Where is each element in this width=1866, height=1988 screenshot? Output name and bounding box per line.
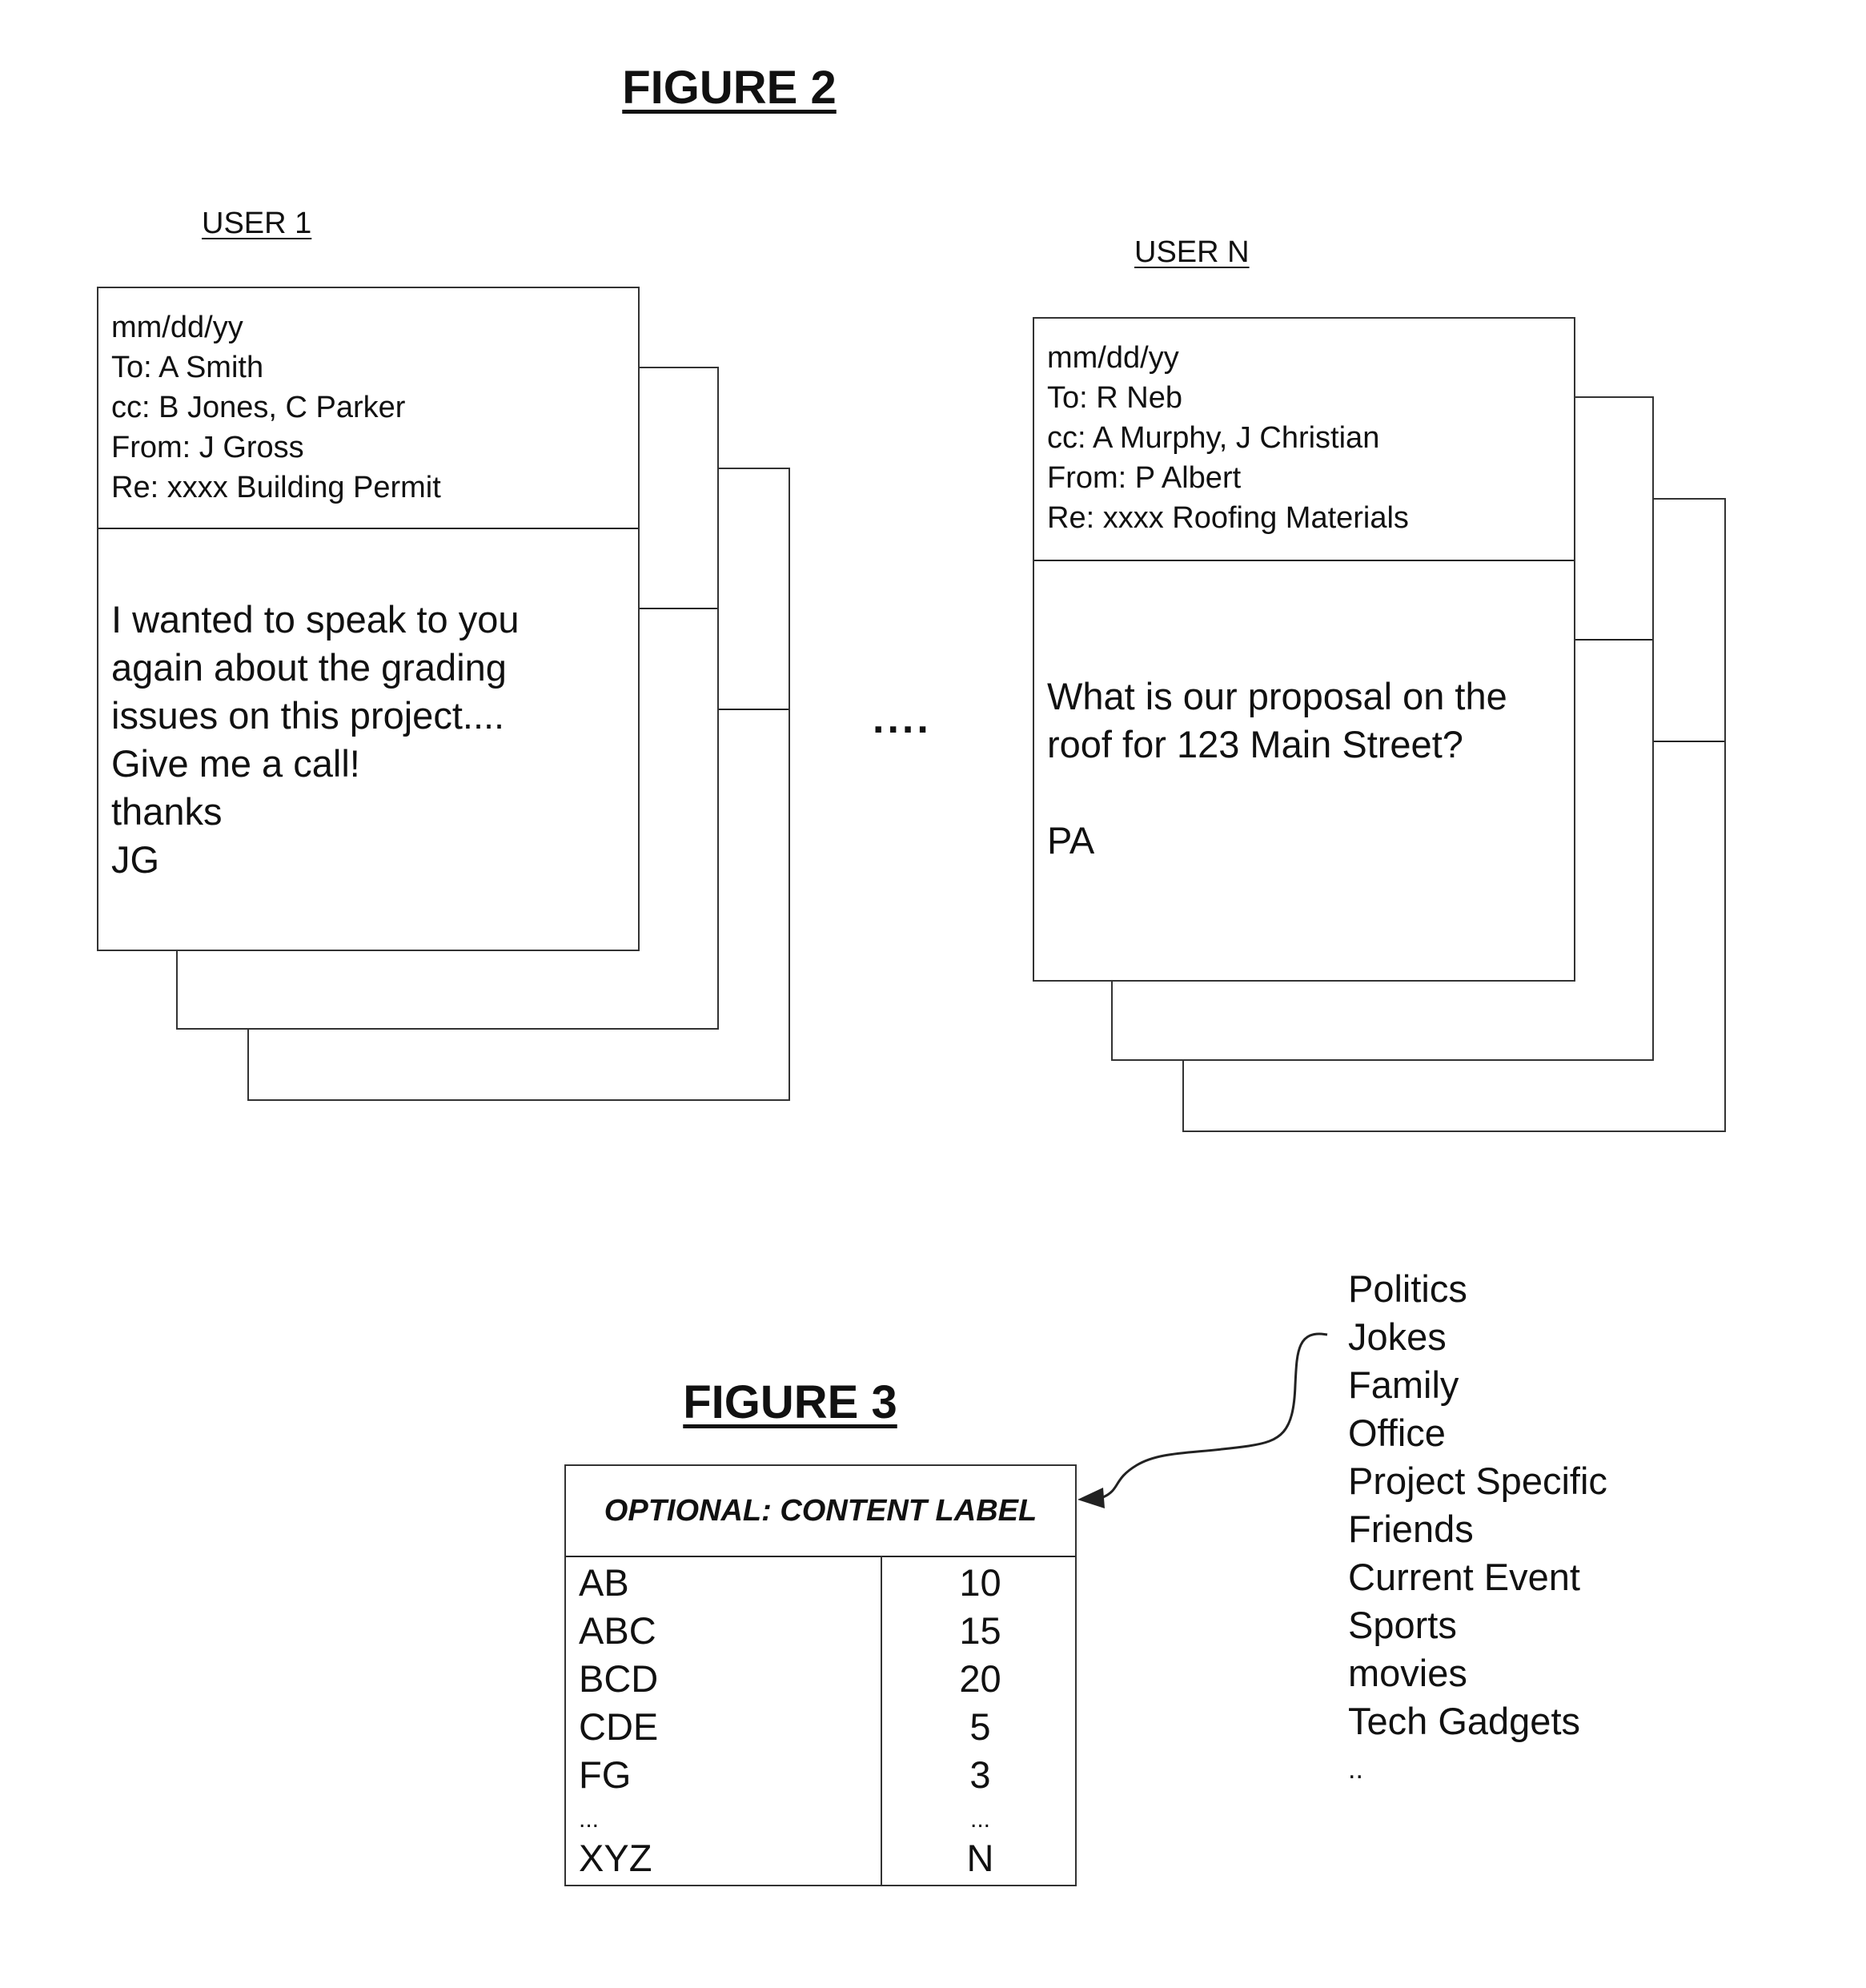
connector-curve xyxy=(1102,1332,1328,1499)
arrowhead-icon xyxy=(1077,1488,1105,1508)
connector-arrow-icon xyxy=(1077,1332,1328,1508)
